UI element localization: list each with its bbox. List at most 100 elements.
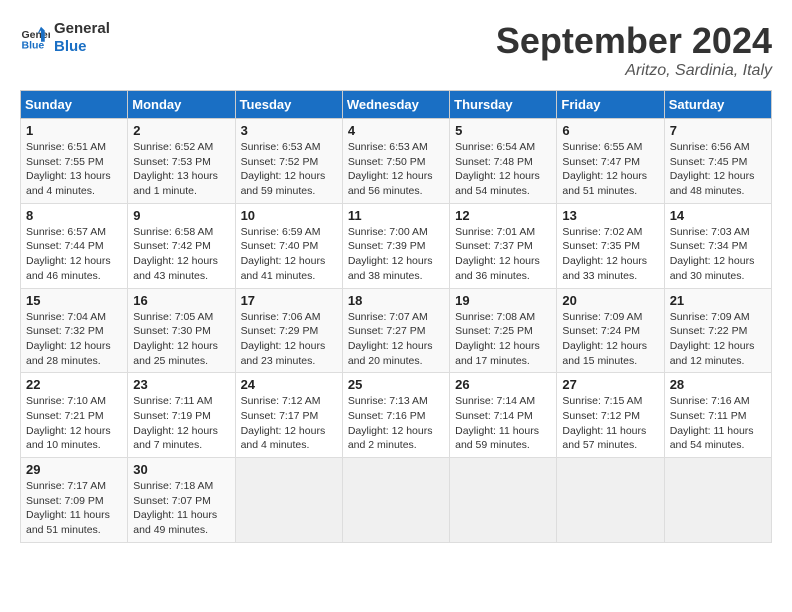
day-number: 25 (348, 377, 444, 392)
day-detail: Sunrise: 6:59 AM Sunset: 7:40 PM Dayligh… (241, 225, 337, 284)
day-number: 1 (26, 123, 122, 138)
day-number: 23 (133, 377, 229, 392)
day-detail: Sunrise: 7:03 AM Sunset: 7:34 PM Dayligh… (670, 225, 766, 284)
day-detail: Sunrise: 6:57 AM Sunset: 7:44 PM Dayligh… (26, 225, 122, 284)
calendar-day-cell: 13 Sunrise: 7:02 AM Sunset: 7:35 PM Dayli… (557, 203, 664, 288)
calendar-day-cell: 3 Sunrise: 6:53 AM Sunset: 7:52 PM Daylig… (235, 119, 342, 204)
day-detail: Sunrise: 7:07 AM Sunset: 7:27 PM Dayligh… (348, 310, 444, 369)
title-block: September 2024 Aritzo, Sardinia, Italy (496, 20, 772, 80)
day-detail: Sunrise: 7:01 AM Sunset: 7:37 PM Dayligh… (455, 225, 551, 284)
calendar-day-cell: 30Sunrise: 7:18 AM Sunset: 7:07 PM Dayli… (128, 458, 235, 543)
day-number: 8 (26, 208, 122, 223)
day-number: 20 (562, 293, 658, 308)
day-number: 10 (241, 208, 337, 223)
day-number: 21 (670, 293, 766, 308)
day-detail: Sunrise: 6:53 AM Sunset: 7:52 PM Dayligh… (241, 140, 337, 199)
day-detail: Sunrise: 7:09 AM Sunset: 7:24 PM Dayligh… (562, 310, 658, 369)
calendar-week-row: 22Sunrise: 7:10 AM Sunset: 7:21 PM Dayli… (21, 373, 772, 458)
calendar-day-cell: 15 Sunrise: 7:04 AM Sunset: 7:32 PM Dayli… (21, 288, 128, 373)
calendar-day-cell: 2Sunrise: 6:52 AM Sunset: 7:53 PM Daylig… (128, 119, 235, 204)
calendar-header-saturday: Saturday (664, 91, 771, 119)
calendar-day-cell: 25 Sunrise: 7:13 AM Sunset: 7:16 PM Dayli… (342, 373, 449, 458)
location: Aritzo, Sardinia, Italy (496, 62, 772, 80)
day-detail: Sunrise: 7:11 AM Sunset: 7:19 PM Dayligh… (133, 394, 229, 453)
calendar-day-cell: 16Sunrise: 7:05 AM Sunset: 7:30 PM Dayli… (128, 288, 235, 373)
calendar-day-cell: 12Sunrise: 7:01 AM Sunset: 7:37 PM Dayli… (450, 203, 557, 288)
calendar-day-cell: 8 Sunrise: 6:57 AM Sunset: 7:44 PM Daylig… (21, 203, 128, 288)
day-number: 4 (348, 123, 444, 138)
calendar-day-cell: 7Sunrise: 6:56 AM Sunset: 7:45 PM Daylig… (664, 119, 771, 204)
day-detail: Sunrise: 7:13 AM Sunset: 7:16 PM Dayligh… (348, 394, 444, 453)
day-number: 5 (455, 123, 551, 138)
logo: General Blue General Blue (20, 20, 110, 56)
day-number: 24 (241, 377, 337, 392)
calendar-header-monday: Monday (128, 91, 235, 119)
day-number: 13 (562, 208, 658, 223)
day-number: 11 (348, 208, 444, 223)
calendar-body: 1 Sunrise: 6:51 AM Sunset: 7:55 PM Daylig… (21, 119, 772, 543)
calendar-day-cell: 28 Sunrise: 7:16 AM Sunset: 7:11 PM Dayli… (664, 373, 771, 458)
calendar-day-cell: 29Sunrise: 7:17 AM Sunset: 7:09 PM Dayli… (21, 458, 128, 543)
day-detail: Sunrise: 7:06 AM Sunset: 7:29 PM Dayligh… (241, 310, 337, 369)
day-number: 9 (133, 208, 229, 223)
day-number: 3 (241, 123, 337, 138)
logo-icon: General Blue (20, 23, 50, 53)
day-detail: Sunrise: 6:52 AM Sunset: 7:53 PM Dayligh… (133, 140, 229, 199)
calendar-day-cell: 23 Sunrise: 7:11 AM Sunset: 7:19 PM Dayli… (128, 373, 235, 458)
day-number: 19 (455, 293, 551, 308)
calendar-day-cell (235, 458, 342, 543)
day-detail: Sunrise: 6:56 AM Sunset: 7:45 PM Dayligh… (670, 140, 766, 199)
calendar-day-cell (664, 458, 771, 543)
calendar-day-cell: 27Sunrise: 7:15 AM Sunset: 7:12 PM Dayli… (557, 373, 664, 458)
calendar-day-cell: 19 Sunrise: 7:08 AM Sunset: 7:25 PM Dayli… (450, 288, 557, 373)
calendar-table: SundayMondayTuesdayWednesdayThursdayFrid… (20, 90, 772, 543)
page-header: General Blue General Blue September 2024… (20, 20, 772, 80)
day-number: 18 (348, 293, 444, 308)
calendar-header-sunday: Sunday (21, 91, 128, 119)
calendar-week-row: 15 Sunrise: 7:04 AM Sunset: 7:32 PM Dayli… (21, 288, 772, 373)
day-detail: Sunrise: 7:00 AM Sunset: 7:39 PM Dayligh… (348, 225, 444, 284)
day-detail: Sunrise: 7:02 AM Sunset: 7:35 PM Dayligh… (562, 225, 658, 284)
day-detail: Sunrise: 7:18 AM Sunset: 7:07 PM Dayligh… (133, 479, 229, 538)
day-number: 15 (26, 293, 122, 308)
calendar-header-thursday: Thursday (450, 91, 557, 119)
day-detail: Sunrise: 7:10 AM Sunset: 7:21 PM Dayligh… (26, 394, 122, 453)
calendar-day-cell: 6Sunrise: 6:55 AM Sunset: 7:47 PM Daylig… (557, 119, 664, 204)
calendar-day-cell (450, 458, 557, 543)
calendar-day-cell: 4Sunrise: 6:53 AM Sunset: 7:50 PM Daylig… (342, 119, 449, 204)
day-detail: Sunrise: 6:58 AM Sunset: 7:42 PM Dayligh… (133, 225, 229, 284)
day-detail: Sunrise: 7:14 AM Sunset: 7:14 PM Dayligh… (455, 394, 551, 453)
calendar-day-cell: 26 Sunrise: 7:14 AM Sunset: 7:14 PM Dayli… (450, 373, 557, 458)
day-number: 28 (670, 377, 766, 392)
day-detail: Sunrise: 7:05 AM Sunset: 7:30 PM Dayligh… (133, 310, 229, 369)
calendar-week-row: 29Sunrise: 7:17 AM Sunset: 7:09 PM Dayli… (21, 458, 772, 543)
calendar-day-cell: 24 Sunrise: 7:12 AM Sunset: 7:17 PM Dayli… (235, 373, 342, 458)
day-detail: Sunrise: 7:17 AM Sunset: 7:09 PM Dayligh… (26, 479, 122, 538)
day-detail: Sunrise: 7:12 AM Sunset: 7:17 PM Dayligh… (241, 394, 337, 453)
calendar-day-cell: 10 Sunrise: 6:59 AM Sunset: 7:40 PM Dayli… (235, 203, 342, 288)
day-detail: Sunrise: 7:08 AM Sunset: 7:25 PM Dayligh… (455, 310, 551, 369)
day-detail: Sunrise: 6:55 AM Sunset: 7:47 PM Dayligh… (562, 140, 658, 199)
calendar-day-cell: 22Sunrise: 7:10 AM Sunset: 7:21 PM Dayli… (21, 373, 128, 458)
day-detail: Sunrise: 6:51 AM Sunset: 7:55 PM Dayligh… (26, 140, 122, 199)
day-detail: Sunrise: 7:04 AM Sunset: 7:32 PM Dayligh… (26, 310, 122, 369)
calendar-header-wednesday: Wednesday (342, 91, 449, 119)
calendar-header-friday: Friday (557, 91, 664, 119)
calendar-header-tuesday: Tuesday (235, 91, 342, 119)
calendar-day-cell: 18 Sunrise: 7:07 AM Sunset: 7:27 PM Dayli… (342, 288, 449, 373)
logo-text: General Blue (54, 20, 110, 56)
day-number: 26 (455, 377, 551, 392)
calendar-day-cell (342, 458, 449, 543)
calendar-week-row: 1 Sunrise: 6:51 AM Sunset: 7:55 PM Daylig… (21, 119, 772, 204)
calendar-day-cell: 17 Sunrise: 7:06 AM Sunset: 7:29 PM Dayli… (235, 288, 342, 373)
calendar-day-cell: 20 Sunrise: 7:09 AM Sunset: 7:24 PM Dayli… (557, 288, 664, 373)
day-number: 17 (241, 293, 337, 308)
calendar-day-cell (557, 458, 664, 543)
month-title: September 2024 (496, 20, 772, 62)
day-detail: Sunrise: 7:16 AM Sunset: 7:11 PM Dayligh… (670, 394, 766, 453)
day-number: 14 (670, 208, 766, 223)
calendar-day-cell: 11 Sunrise: 7:00 AM Sunset: 7:39 PM Dayli… (342, 203, 449, 288)
calendar-day-cell: 21 Sunrise: 7:09 AM Sunset: 7:22 PM Dayli… (664, 288, 771, 373)
day-detail: Sunrise: 7:09 AM Sunset: 7:22 PM Dayligh… (670, 310, 766, 369)
svg-text:Blue: Blue (22, 40, 45, 52)
